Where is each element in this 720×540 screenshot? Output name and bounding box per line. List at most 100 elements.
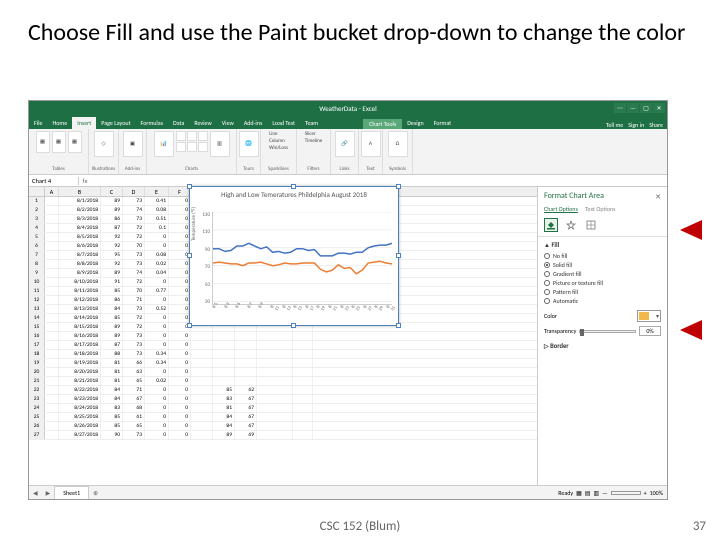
signin[interactable]: Sign in [628, 121, 644, 129]
illustrations-button[interactable]: ◇ [94, 131, 114, 157]
pivotchart-button[interactable]: ▥ [210, 131, 230, 157]
text-options-link[interactable]: Text Options [585, 205, 615, 213]
col-header[interactable]: D [123, 187, 145, 196]
radio-gradient-fill[interactable]: Gradient fill [544, 270, 661, 278]
maximize-icon[interactable]: ▢ [640, 103, 652, 113]
slide-footer: CSC 152 (Blum) [0, 519, 720, 534]
fill-line-icon[interactable] [544, 218, 558, 232]
window-title: WeatherData - Excel [319, 104, 377, 113]
timeline-button[interactable]: Timeline [305, 138, 322, 145]
ribbon-tabs: File Home Insert Page Layout Formulas Da… [29, 115, 667, 129]
slicer-button[interactable]: Slicer [305, 131, 322, 138]
sheet-nav-prev[interactable]: ◀ [29, 489, 42, 497]
view-normal-icon[interactable]: ▦ [576, 489, 582, 497]
sheet-tab[interactable]: Sheet1 [54, 486, 89, 499]
slide-number: 37 [693, 519, 706, 534]
view-layout-icon[interactable]: ▤ [585, 489, 591, 497]
tab-design[interactable]: Design [402, 117, 428, 129]
recommended-charts-button[interactable]: 📊 [154, 131, 174, 157]
group-addins: Add-ins [125, 166, 140, 172]
tellme[interactable]: Tell me [606, 121, 623, 129]
sheet-nav-next[interactable]: ▶ [42, 489, 55, 497]
tab-formulas[interactable]: Formulas [136, 117, 168, 129]
title-bar: WeatherData - Excel ⋯ — ▢ ✕ [29, 101, 667, 115]
group-tours: Tours [243, 166, 254, 172]
3dmap-button[interactable]: 🌐 [239, 131, 259, 157]
chart-title[interactable]: High and Low Temeratures Phildelphia Aug… [190, 187, 398, 202]
ribbon: ▦ ▦ ▦ Tables ◇ Illustrations ▣ Add-ins 📊… [29, 129, 667, 175]
fx-icon[interactable]: fx [79, 177, 91, 185]
group-charts: Charts [185, 166, 198, 172]
sparkline-column[interactable]: Column [269, 138, 288, 145]
sparkline-line[interactable]: Line [269, 131, 288, 138]
chart-type-icon[interactable] [187, 142, 197, 152]
border-section-header[interactable]: Border [550, 342, 568, 350]
share-button[interactable]: Share [649, 121, 663, 129]
minimize-icon[interactable]: — [627, 103, 639, 113]
panel-title: Format Chart Area [544, 191, 604, 201]
fill-color-dropdown[interactable]: ▾ [637, 310, 661, 322]
color-label: Color [544, 312, 557, 320]
chart-y-label: Temperature (°F) [191, 207, 197, 241]
name-box[interactable]: Chart 4 [29, 177, 79, 185]
embedded-chart[interactable]: High and Low Temeratures Phildelphia Aug… [189, 186, 399, 326]
text-button[interactable]: A [361, 131, 381, 157]
radio-picture-fill[interactable]: Picture or texture fill [544, 279, 661, 287]
tab-file[interactable]: File [29, 117, 48, 129]
tab-data[interactable]: Data [168, 117, 189, 129]
radio-pattern-fill[interactable]: Pattern fill [544, 288, 661, 296]
transparency-value[interactable]: 0% [639, 326, 661, 336]
sparkline-winloss[interactable]: Win/Loss [269, 145, 288, 152]
sheet-tab-bar: ◀ ▶ Sheet1 ⊕ Ready ▦ ▤ ▥ — + 100% [29, 485, 667, 499]
tab-addins[interactable]: Add-ins [239, 117, 268, 129]
zoom-slider[interactable] [611, 491, 641, 495]
add-sheet-button[interactable]: ⊕ [89, 489, 102, 497]
recommended-pivottables-button[interactable]: ▦ [52, 131, 66, 153]
zoom-value[interactable]: 100% [650, 489, 663, 497]
tab-format[interactable]: Format [429, 117, 457, 129]
col-header[interactable]: B [59, 187, 101, 196]
col-header[interactable]: C [101, 187, 123, 196]
hyperlink-button[interactable]: 🔗 [335, 131, 355, 157]
tab-home[interactable]: Home [48, 117, 73, 129]
tab-view[interactable]: View [217, 117, 239, 129]
addins-button[interactable]: ▣ [123, 131, 143, 157]
chevron-down-icon: ▾ [656, 312, 660, 320]
transparency-label: Transparency [544, 327, 576, 335]
tab-review[interactable]: Review [189, 117, 216, 129]
panel-close-icon[interactable]: ✕ [655, 192, 661, 201]
view-break-icon[interactable]: ▥ [593, 489, 599, 497]
chart-type-icon[interactable] [176, 131, 186, 141]
chart-x-axis: 8-18-38-58-78-98-118-138-158-178-198-218… [212, 307, 392, 321]
status-ready: Ready [558, 489, 573, 497]
group-text: Text [366, 166, 374, 172]
radio-solid-fill[interactable]: Solid fill [544, 261, 661, 269]
size-props-icon[interactable] [584, 218, 598, 232]
tab-loadtest[interactable]: Load Test [267, 117, 300, 129]
group-illustrations: Illustrations [92, 166, 116, 172]
col-header[interactable]: E [145, 187, 169, 196]
pivottable-button[interactable]: ▦ [36, 131, 50, 153]
tab-pagelayout[interactable]: Page Layout [96, 117, 135, 129]
chart-plot-area[interactable] [212, 212, 392, 305]
close-icon[interactable]: ✕ [653, 103, 665, 113]
chart-type-icon[interactable] [176, 142, 186, 152]
radio-automatic[interactable]: Automatic [544, 297, 661, 305]
chart-type-icon[interactable] [198, 142, 208, 152]
effects-icon[interactable] [564, 218, 578, 232]
format-chart-area-panel: Format Chart Area ✕ Chart Options Text O… [537, 187, 667, 485]
transparency-slider[interactable] [579, 330, 636, 333]
chart-options-link[interactable]: Chart Options [544, 205, 578, 213]
tab-team[interactable]: Team [300, 117, 323, 129]
symbols-button[interactable]: Ω [388, 131, 408, 157]
paint-bucket-icon [639, 312, 649, 320]
col-header[interactable]: A [45, 187, 59, 196]
radio-no-fill[interactable]: No fill [544, 252, 661, 260]
ribbon-opts-icon[interactable]: ⋯ [614, 103, 626, 113]
chart-type-icon[interactable] [187, 131, 197, 141]
group-filters: Filters [307, 166, 319, 172]
table-button[interactable]: ▦ [68, 131, 82, 153]
chart-type-icon[interactable] [198, 131, 208, 141]
fill-section-header[interactable]: Fill [551, 241, 559, 249]
tab-insert[interactable]: Insert [72, 117, 96, 129]
